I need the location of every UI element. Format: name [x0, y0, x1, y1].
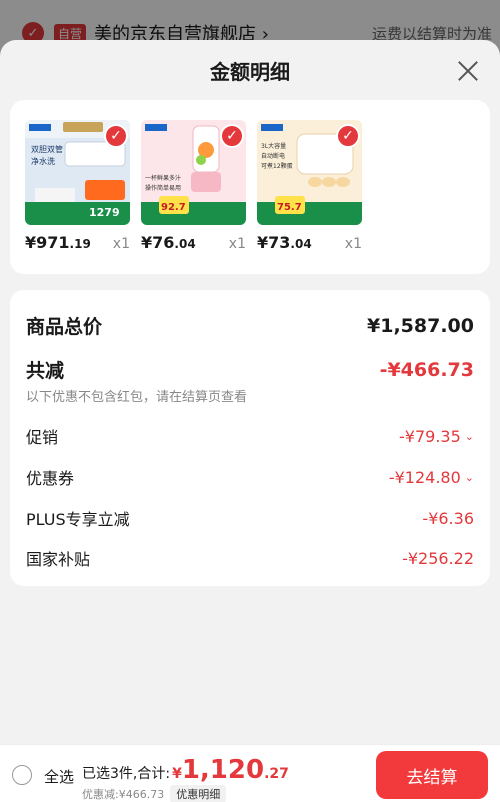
product-price-row: ¥73 .04 x1	[257, 233, 362, 252]
product-price-row: ¥76 .04 x1	[141, 233, 246, 252]
product-price: ¥76	[141, 233, 175, 252]
goods-total-value: ¥1,587.00	[367, 314, 474, 337]
thumb-text: 双胆双管	[31, 144, 63, 154]
order-total-cents: .27	[264, 766, 289, 782]
selected-check-icon[interactable]: ✓	[336, 124, 360, 148]
promotion-row[interactable]: 促销 -¥79.35 ⌄	[26, 424, 474, 448]
sheet-header: 金额明细	[0, 40, 500, 100]
sheet-title: 金额明细	[210, 59, 290, 84]
product-price-cents: .04	[174, 237, 196, 251]
order-total-line: 已选3件,合计: ¥ 1,120 .27	[82, 755, 289, 785]
national-subsidy-row: 国家补贴 -¥256.22	[26, 546, 474, 570]
total-reduce-label: 共减	[26, 360, 65, 382]
discount-amount-text: 优惠减:¥466.73	[82, 788, 165, 801]
total-currency: ¥	[172, 766, 182, 782]
selected-count-text: 已选3件,合计:	[82, 766, 171, 782]
promotion-label: 促销	[26, 428, 59, 447]
chevron-down-icon[interactable]: ⌄	[465, 430, 474, 443]
product-thumbnail: 一杯鲜果多汁 操作简单易用 92.7 ✓	[141, 120, 246, 225]
product-item[interactable]: 一杯鲜果多汁 操作简单易用 92.7 ✓ ¥76 .04 x1	[141, 120, 246, 252]
coupon-value: -¥124.80	[388, 467, 461, 487]
checkout-button[interactable]: 去结算	[376, 751, 488, 799]
thumb-text: 一杯鲜果多汁	[145, 174, 181, 182]
product-price-cents: .04	[290, 237, 312, 251]
total-reduce-row: 共减 -¥466.73	[26, 356, 474, 383]
select-all-label[interactable]: 全选	[44, 766, 74, 787]
product-qty: x1	[228, 236, 246, 252]
national-subsidy-value: -¥256.22	[402, 548, 474, 568]
thumb-text: 自动断电	[261, 152, 285, 160]
thumb-text: 可煮12颗蛋	[261, 162, 293, 170]
thumb-text: 3L大容量	[261, 142, 286, 150]
select-all-radio[interactable]	[12, 765, 32, 785]
discount-line: 优惠减:¥466.73 优惠明细	[82, 785, 227, 802]
plus-discount-label: PLUS专享立减	[26, 510, 130, 529]
national-subsidy-label: 国家补贴	[26, 550, 91, 569]
product-price: ¥971	[25, 233, 70, 252]
close-icon[interactable]	[456, 58, 480, 82]
product-qty: x1	[112, 236, 130, 252]
coupon-label: 优惠券	[26, 469, 75, 488]
product-item[interactable]: 3L大容量 自动断电 可煮12颗蛋 75.7 ✓ ¥73 .04 x1	[257, 120, 362, 252]
product-thumbnail: 双胆双管 净水洗 1279 ✓	[25, 120, 130, 225]
goods-total-row: 商品总价 ¥1,587.00	[26, 312, 474, 339]
products-card: 双胆双管 净水洗 1279 ✓ ¥971 .19 x1 一杯鲜果多汁 操作简单易…	[10, 100, 490, 274]
product-item[interactable]: 双胆双管 净水洗 1279 ✓ ¥971 .19 x1	[25, 120, 130, 252]
amount-detail-sheet: 金额明细 双胆双管 净水洗 1279 ✓ ¥971 .19 x1 一杯鲜果多汁 …	[0, 40, 500, 802]
chevron-down-icon[interactable]: ⌄	[465, 471, 474, 484]
thumb-text: 操作简单易用	[145, 184, 181, 192]
product-price: ¥73	[257, 233, 291, 252]
goods-total-label: 商品总价	[26, 316, 103, 338]
order-total-value: 1,120	[181, 755, 265, 785]
checkout-bar: 全选 已选3件,合计: ¥ 1,120 .27 优惠减:¥466.73 优惠明细…	[0, 744, 500, 802]
thumb-text: 净水洗	[31, 156, 55, 166]
selected-check-icon[interactable]: ✓	[220, 124, 244, 148]
thumb-price: 75.7	[277, 202, 302, 213]
price-summary-card: 商品总价 ¥1,587.00 共减 -¥466.73 以下优惠不包含红包，请在结…	[10, 290, 490, 586]
plus-discount-row: PLUS专享立减 -¥6.36	[26, 506, 474, 530]
product-price-cents: .19	[69, 237, 91, 251]
total-reduce-value: -¥466.73	[379, 358, 474, 381]
thumb-price: 1279	[89, 206, 120, 219]
thumb-price: 92.7	[161, 202, 186, 213]
product-price-row: ¥971 .19 x1	[25, 233, 130, 252]
product-qty: x1	[344, 236, 362, 252]
plus-discount-value: -¥6.36	[422, 508, 474, 528]
product-thumbnail: 3L大容量 自动断电 可煮12颗蛋 75.7 ✓	[257, 120, 362, 225]
selected-check-icon[interactable]: ✓	[104, 124, 128, 148]
discount-hint: 以下优惠不包含红包，请在结算页查看	[26, 390, 248, 405]
discount-detail-button[interactable]: 优惠明细	[170, 785, 227, 802]
coupon-row[interactable]: 优惠券 -¥124.80 ⌄	[26, 465, 474, 489]
promotion-value: -¥79.35	[399, 426, 461, 446]
